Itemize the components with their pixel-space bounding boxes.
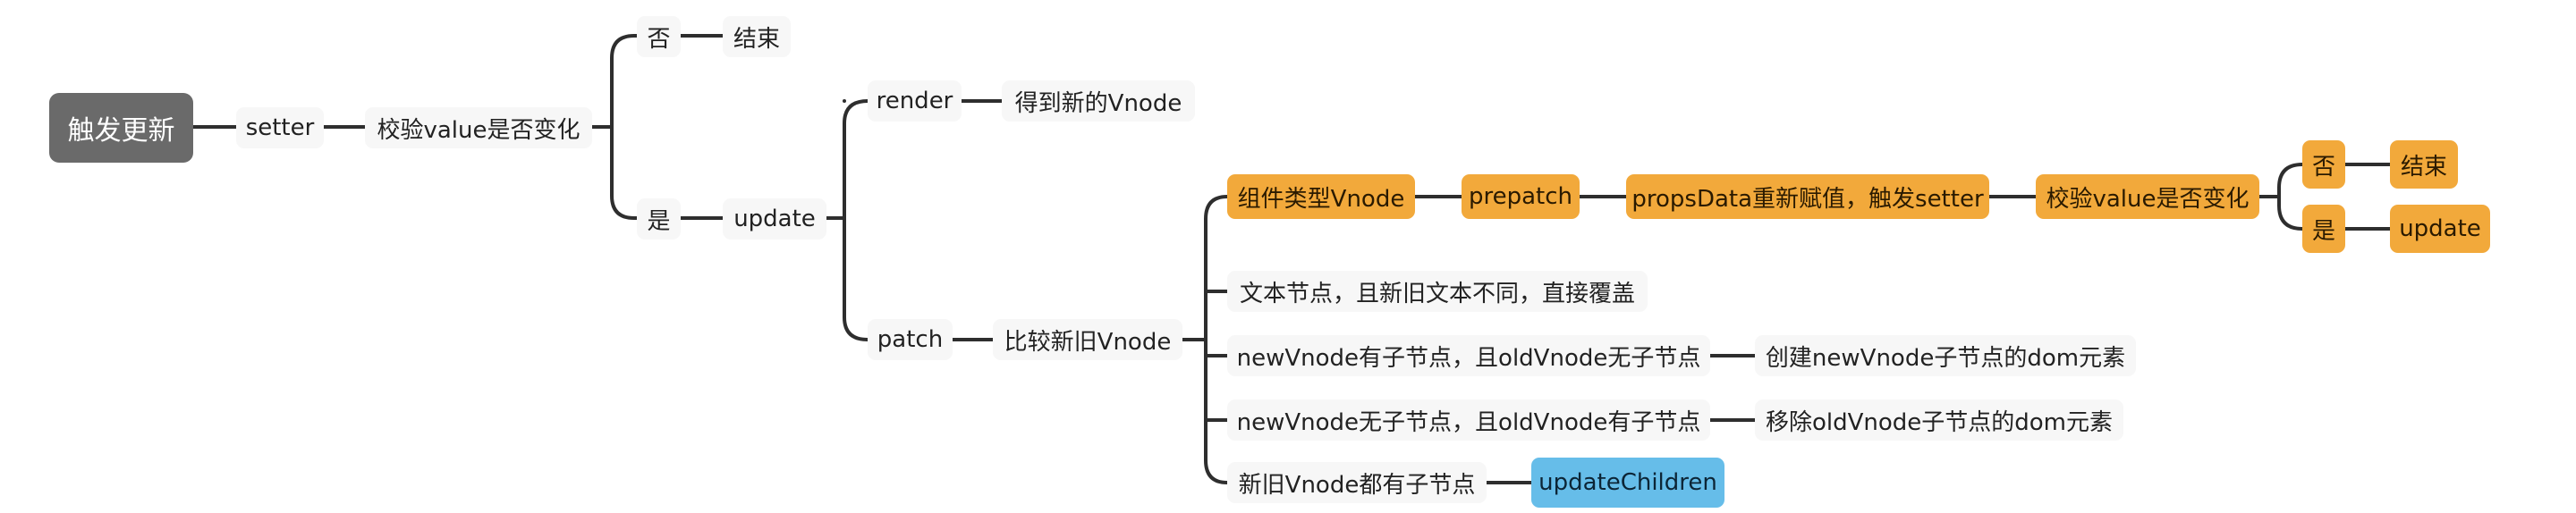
node-check-value-change: 校验value是否变化 (365, 107, 592, 148)
node-new-no-children: newVnode无子节点，且oldVnode有子节点 (1227, 399, 1710, 441)
node-prepatch: prepatch (1462, 174, 1580, 219)
node-update: update (723, 198, 826, 240)
node-get-new-vnode: 得到新的Vnode (1002, 80, 1195, 122)
node-propsdata-reassign: propsData重新赋值，触发setter (1626, 174, 1989, 219)
node-both-have-children: 新旧Vnode都有子节点 (1227, 462, 1487, 503)
node-end: 结束 (723, 16, 791, 57)
node-update-2: update (2390, 205, 2490, 253)
node-setter: setter (236, 107, 324, 148)
node-compare-vnodes: 比较新旧Vnode (993, 319, 1182, 360)
node-create-dom: 创建newVnode子节点的dom元素 (1755, 335, 2136, 376)
root-node-trigger-update: 触发更新 (49, 93, 193, 163)
node-check-value-change-2: 校验value是否变化 (2036, 174, 2259, 219)
node-patch: patch (868, 319, 953, 360)
node-update-children: updateChildren (1531, 458, 1724, 508)
node-component-vnode: 组件类型Vnode (1227, 174, 1415, 219)
node-end-2: 结束 (2390, 140, 2458, 189)
node-no-2: 否 (2302, 140, 2345, 189)
node-yes: 是 (637, 198, 681, 240)
node-yes-2: 是 (2302, 205, 2345, 253)
node-remove-dom: 移除oldVnode子节点的dom元素 (1755, 399, 2123, 441)
node-render: render (868, 80, 962, 122)
node-new-has-children: newVnode有子节点，且oldVnode无子节点 (1227, 335, 1710, 376)
node-no: 否 (637, 16, 681, 57)
node-text-node: 文本节点，且新旧文本不同，直接覆盖 (1227, 271, 1648, 312)
